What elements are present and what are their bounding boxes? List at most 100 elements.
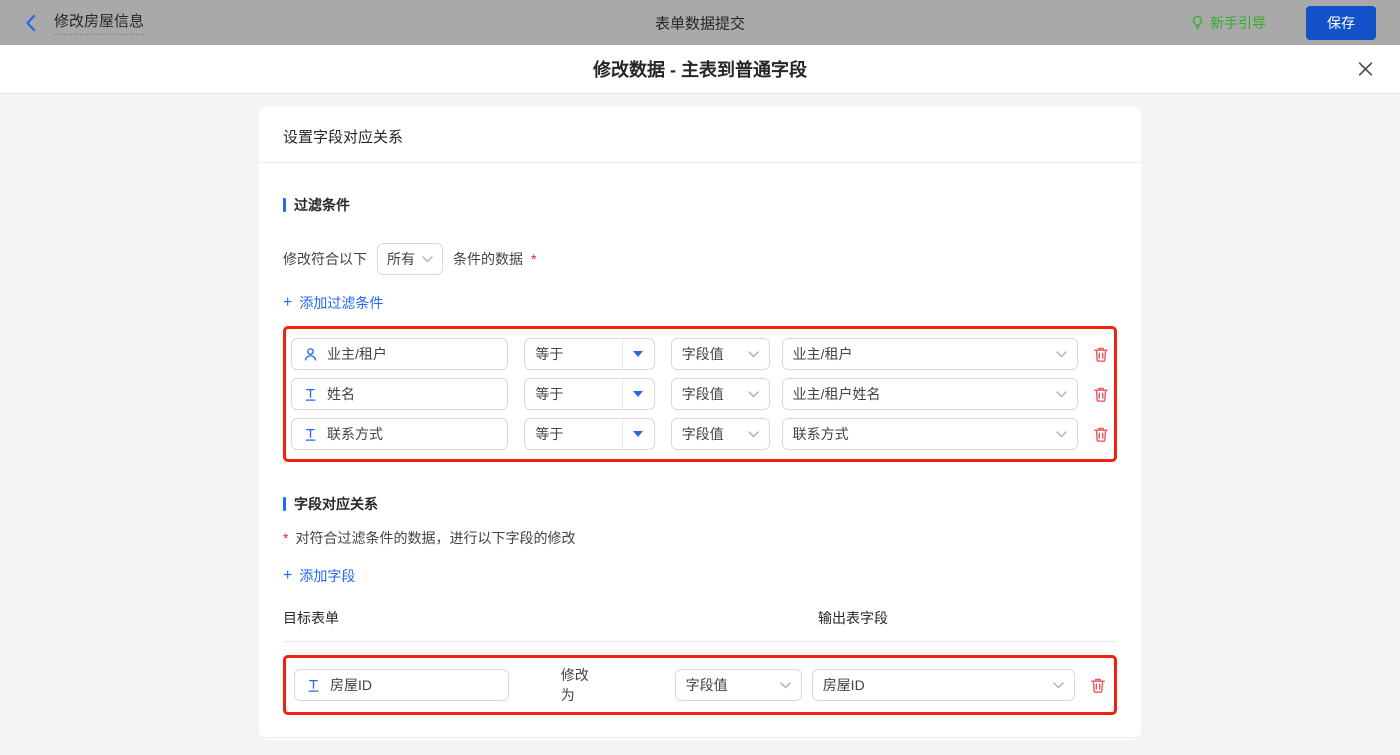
required-mark: * bbox=[531, 251, 536, 267]
delete-condition-button[interactable] bbox=[1093, 386, 1109, 403]
back-icon[interactable] bbox=[24, 14, 38, 32]
filter-condition-row: 业主/租户 等于 字段值 业主/租户 bbox=[291, 334, 1109, 374]
value-type-select[interactable]: 字段值 bbox=[671, 338, 770, 370]
compare-value: 业主/租户 bbox=[793, 344, 853, 364]
delete-condition-button[interactable] bbox=[1093, 346, 1109, 363]
output-field-select[interactable]: 房屋ID bbox=[812, 669, 1075, 701]
add-filter-condition-label: 添加过滤条件 bbox=[299, 293, 383, 313]
required-mark: * bbox=[283, 530, 288, 546]
filter-field-input[interactable]: 业主/租户 bbox=[291, 338, 508, 370]
chevron-down-icon bbox=[780, 682, 791, 689]
match-prefix-label: 修改符合以下 bbox=[283, 249, 367, 269]
dialog-header: 修改数据 - 主表到普通字段 bbox=[0, 45, 1400, 94]
filter-condition-row: 联系方式 等于 字段值 联系方式 bbox=[291, 414, 1109, 454]
topbar-left-group: 修改房屋信息 bbox=[24, 10, 144, 35]
settings-card: 设置字段对应关系 过滤条件 修改符合以下 所有 条件的数据 * + 添加过滤条件 bbox=[259, 106, 1141, 740]
match-mode-row: 修改符合以下 所有 条件的数据 * bbox=[283, 243, 1117, 275]
chevron-down-icon bbox=[1056, 431, 1067, 438]
match-mode-value: 所有 bbox=[387, 249, 415, 269]
add-filter-condition-link[interactable]: + 添加过滤条件 bbox=[283, 293, 383, 313]
value-type-select[interactable]: 字段值 bbox=[671, 378, 770, 410]
mapping-row: 房屋ID 修改为 字段值 房屋ID bbox=[291, 663, 1109, 707]
chevron-down-icon bbox=[1053, 682, 1064, 689]
filter-section-title-text: 过滤条件 bbox=[294, 195, 350, 215]
caret-down-icon bbox=[622, 419, 654, 449]
lightbulb-icon bbox=[1190, 15, 1205, 30]
operator-select[interactable]: 等于 bbox=[524, 378, 654, 410]
mapping-table-header: 目标表单 输出表字段 bbox=[283, 608, 1117, 642]
topbar-right-group: 新手引导 保存 bbox=[1190, 6, 1376, 40]
operator-value: 等于 bbox=[525, 339, 621, 369]
close-icon[interactable] bbox=[1357, 61, 1374, 78]
compare-value: 业主/租户姓名 bbox=[793, 384, 881, 404]
filter-field-name: 联系方式 bbox=[327, 424, 383, 444]
mapping-highlight-box: 房屋ID 修改为 字段值 房屋ID bbox=[283, 655, 1117, 715]
value-type-value: 字段值 bbox=[682, 424, 724, 444]
compare-value-select[interactable]: 业主/租户 bbox=[782, 338, 1078, 370]
workflow-name[interactable]: 修改房屋信息 bbox=[54, 10, 144, 35]
save-button[interactable]: 保存 bbox=[1306, 6, 1376, 40]
user-field-icon bbox=[303, 347, 318, 362]
target-field-name: 房屋ID bbox=[330, 675, 372, 695]
value-type-select[interactable]: 字段值 bbox=[675, 669, 802, 701]
filter-field-name: 业主/租户 bbox=[327, 344, 387, 364]
operator-select[interactable]: 等于 bbox=[524, 418, 654, 450]
value-type-value: 字段值 bbox=[682, 384, 724, 404]
caret-down-icon bbox=[622, 339, 654, 369]
mapping-section-title: 字段对应关系 bbox=[283, 494, 1117, 514]
trash-icon bbox=[1093, 386, 1109, 403]
modify-to-label: 修改为 bbox=[561, 665, 602, 705]
topbar-center-title: 表单数据提交 bbox=[655, 12, 745, 33]
delete-mapping-button[interactable] bbox=[1090, 677, 1106, 694]
compare-value-select[interactable]: 联系方式 bbox=[782, 418, 1078, 450]
beginner-guide-link[interactable]: 新手引导 bbox=[1190, 13, 1266, 33]
mapping-description-text: 对符合过滤条件的数据，进行以下字段的修改 bbox=[295, 528, 575, 548]
trash-icon bbox=[1090, 677, 1106, 694]
operator-value: 等于 bbox=[525, 419, 621, 449]
plus-icon: + bbox=[283, 568, 292, 584]
output-field-column-header: 输出表字段 bbox=[818, 608, 888, 628]
section-accent-bar bbox=[283, 198, 286, 212]
match-mode-select[interactable]: 所有 bbox=[377, 243, 443, 275]
plus-icon: + bbox=[283, 295, 292, 311]
mapping-section-title-text: 字段对应关系 bbox=[294, 494, 378, 514]
caret-down-icon bbox=[622, 379, 654, 409]
text-field-icon bbox=[306, 678, 321, 693]
field-mapping-section: 字段对应关系 * 对符合过滤条件的数据，进行以下字段的修改 + 添加字段 目标表… bbox=[259, 494, 1141, 715]
operator-select[interactable]: 等于 bbox=[524, 338, 654, 370]
compare-value-select[interactable]: 业主/租户姓名 bbox=[782, 378, 1078, 410]
add-field-label: 添加字段 bbox=[299, 566, 355, 586]
top-navigation-bar: 修改房屋信息 表单数据提交 新手引导 保存 bbox=[0, 0, 1400, 45]
value-type-value: 字段值 bbox=[682, 344, 724, 364]
chevron-down-icon bbox=[748, 391, 759, 398]
filter-field-input[interactable]: 联系方式 bbox=[291, 418, 508, 450]
filter-section-title: 过滤条件 bbox=[283, 195, 1117, 215]
match-suffix-label: 条件的数据 bbox=[453, 249, 523, 269]
dialog-body: 设置字段对应关系 过滤条件 修改符合以下 所有 条件的数据 * + 添加过滤条件 bbox=[0, 106, 1400, 755]
trash-icon bbox=[1093, 346, 1109, 363]
filter-field-input[interactable]: 姓名 bbox=[291, 378, 508, 410]
text-field-icon bbox=[303, 387, 318, 402]
section-accent-bar bbox=[283, 497, 286, 511]
chevron-down-icon bbox=[422, 256, 433, 263]
compare-value: 联系方式 bbox=[793, 424, 849, 444]
dialog-title: 修改数据 - 主表到普通字段 bbox=[593, 56, 807, 82]
chevron-down-icon bbox=[748, 431, 759, 438]
filter-conditions-highlight-box: 业主/租户 等于 字段值 业主/租户 bbox=[283, 326, 1117, 462]
filter-section: 过滤条件 修改符合以下 所有 条件的数据 * + 添加过滤条件 bbox=[259, 195, 1141, 462]
value-type-value: 字段值 bbox=[686, 675, 728, 695]
text-field-icon bbox=[303, 427, 318, 442]
chevron-down-icon bbox=[1056, 391, 1067, 398]
add-field-link[interactable]: + 添加字段 bbox=[283, 566, 355, 586]
trash-icon bbox=[1093, 426, 1109, 443]
dialog-footer: 上一步：设置触发动作 完成 下一步：设置新增数据 其他设置 bbox=[259, 737, 1141, 755]
output-field-value: 房屋ID bbox=[823, 675, 865, 695]
delete-condition-button[interactable] bbox=[1093, 426, 1109, 443]
filter-condition-row: 姓名 等于 字段值 业主/租户姓名 bbox=[291, 374, 1109, 414]
chevron-down-icon bbox=[748, 351, 759, 358]
target-form-column-header: 目标表单 bbox=[283, 610, 339, 626]
guide-label: 新手引导 bbox=[1210, 13, 1266, 33]
mapping-description: * 对符合过滤条件的数据，进行以下字段的修改 bbox=[283, 528, 1117, 548]
value-type-select[interactable]: 字段值 bbox=[671, 418, 770, 450]
target-field-input[interactable]: 房屋ID bbox=[294, 669, 509, 701]
